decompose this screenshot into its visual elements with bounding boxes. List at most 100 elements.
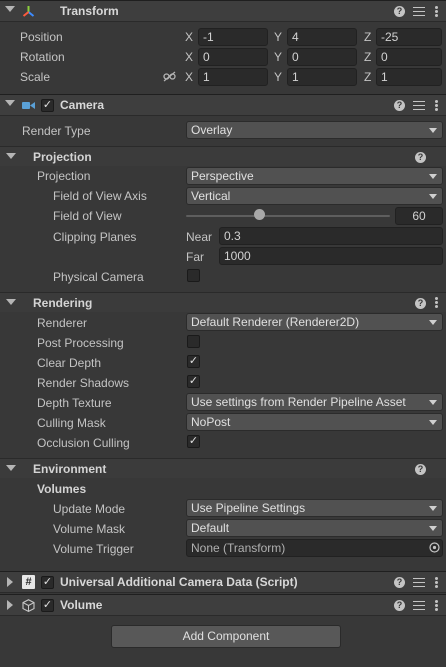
presets-icon[interactable] [413, 577, 425, 588]
render-shadows-checkbox[interactable]: ✓ [187, 375, 200, 388]
rotation-y-field[interactable]: 0 [287, 48, 357, 66]
more-options-icon[interactable] [435, 297, 438, 308]
far-label: Far [186, 250, 204, 264]
clear-depth-checkbox[interactable]: ✓ [187, 355, 200, 368]
rotation-z-field[interactable]: 0 [376, 48, 442, 66]
fold-arrow-icon[interactable] [6, 465, 16, 471]
culling-mask-label: Culling Mask [37, 416, 106, 430]
script-icon: # [22, 575, 35, 589]
scale-x-field[interactable]: 1 [198, 68, 268, 86]
axis-y-label: Y [274, 70, 283, 84]
volume-mask-label: Volume Mask [53, 522, 126, 536]
far-plane-field[interactable]: 1000 [219, 247, 443, 265]
help-icon[interactable]: ? [394, 100, 405, 111]
axis-x-label: X [185, 50, 194, 64]
volume-mask-dropdown[interactable]: Default [186, 519, 443, 537]
presets-icon[interactable] [413, 600, 425, 611]
component-enabled-checkbox[interactable]: ✓ [41, 599, 54, 612]
add-component-button[interactable]: Add Component [111, 625, 341, 648]
position-y-field[interactable]: 4 [287, 28, 357, 46]
component-title: Universal Additional Camera Data (Script… [60, 575, 298, 589]
rendering-section-header[interactable]: Rendering ? [0, 292, 446, 312]
dropdown-value: Default [191, 521, 230, 535]
position-label: Position [20, 30, 63, 44]
presets-icon[interactable] [413, 100, 425, 111]
axis-z-label: Z [364, 50, 372, 64]
environment-section-header[interactable]: Environment ? [0, 458, 446, 478]
component-title: Transform [60, 4, 119, 18]
more-options-icon[interactable] [435, 600, 438, 611]
axis-z-label: Z [364, 30, 372, 44]
render-type-dropdown[interactable]: Overlay [186, 121, 443, 139]
clear-depth-label: Clear Depth [37, 356, 102, 370]
section-title: Environment [33, 462, 107, 476]
help-icon[interactable]: ? [415, 464, 426, 475]
help-icon[interactable]: ? [394, 577, 405, 588]
transform-icon [22, 6, 35, 17]
near-label: Near [186, 230, 213, 244]
axis-x-label: X [185, 30, 194, 44]
fold-arrow-icon[interactable] [6, 153, 16, 159]
depth-texture-label: Depth Texture [37, 396, 112, 410]
position-z-field[interactable]: -25 [376, 28, 442, 46]
help-icon[interactable]: ? [415, 298, 426, 309]
renderer-label: Renderer [37, 316, 88, 330]
scale-z-field[interactable]: 1 [376, 68, 442, 86]
axis-y-label: Y [274, 50, 283, 64]
scale-y-field[interactable]: 1 [287, 68, 357, 86]
near-plane-field[interactable]: 0.3 [219, 227, 443, 245]
chevron-down-icon [429, 320, 437, 325]
physical-camera-label: Physical Camera [53, 270, 144, 284]
axis-x-label: X [185, 70, 194, 84]
more-options-icon[interactable] [435, 6, 438, 17]
fold-arrow-icon[interactable] [5, 6, 15, 12]
additional-camera-data-header[interactable]: # ✓ Universal Additional Camera Data (Sc… [0, 571, 446, 593]
chevron-down-icon [429, 174, 437, 179]
update-mode-dropdown[interactable]: Use Pipeline Settings [186, 499, 443, 517]
volume-trigger-field[interactable]: None (Transform) [186, 539, 443, 557]
depth-texture-dropdown[interactable]: Use settings from Render Pipeline Asset [186, 393, 443, 411]
fov-slider-thumb[interactable] [253, 209, 265, 220]
chevron-down-icon [429, 128, 437, 133]
occlusion-culling-checkbox[interactable]: ✓ [187, 435, 200, 448]
fov-axis-dropdown[interactable]: Vertical [186, 187, 443, 205]
projection-dropdown[interactable]: Perspective [186, 167, 443, 185]
dropdown-value: Use settings from Render Pipeline Asset [191, 395, 406, 409]
position-x-field[interactable]: -1 [198, 28, 268, 46]
volume-icon [22, 599, 35, 612]
fold-arrow-icon[interactable] [7, 600, 13, 610]
camera-enabled-checkbox[interactable]: ✓ [41, 99, 54, 112]
post-processing-checkbox[interactable] [187, 335, 200, 348]
update-mode-label: Update Mode [53, 502, 126, 516]
dropdown-value: Perspective [191, 169, 254, 183]
help-icon[interactable]: ? [415, 152, 426, 163]
more-options-icon[interactable] [435, 577, 438, 588]
fov-slider-track[interactable] [186, 215, 390, 217]
component-title: Camera [60, 98, 105, 112]
renderer-dropdown[interactable]: Default Renderer (Renderer2D) [186, 313, 443, 331]
help-icon[interactable]: ? [394, 6, 405, 17]
help-icon[interactable]: ? [394, 600, 405, 611]
post-processing-label: Post Processing [37, 336, 124, 350]
presets-icon[interactable] [413, 6, 425, 17]
camera-header[interactable]: ✓ Camera ? [0, 94, 446, 116]
chevron-down-icon [429, 506, 437, 511]
projection-section-header[interactable]: Projection ? [0, 146, 446, 166]
fov-value-field[interactable]: 60 [395, 207, 443, 225]
fold-arrow-icon[interactable] [6, 299, 16, 305]
projection-label: Projection [37, 169, 91, 183]
more-options-icon[interactable] [435, 100, 438, 111]
volume-header[interactable]: ✓ Volume ? [0, 594, 446, 616]
fov-axis-label: Field of View Axis [53, 189, 147, 203]
constrain-proportions-icon[interactable] [163, 71, 176, 82]
fold-arrow-icon[interactable] [5, 100, 15, 106]
clipping-planes-label: Clipping Planes [53, 230, 137, 244]
physical-camera-checkbox[interactable] [187, 269, 200, 282]
object-picker-icon[interactable] [429, 542, 440, 553]
transform-header[interactable]: Transform ? [0, 0, 446, 22]
occlusion-culling-label: Occlusion Culling [37, 436, 130, 450]
culling-mask-dropdown[interactable]: NoPost [186, 413, 443, 431]
rotation-x-field[interactable]: 0 [198, 48, 268, 66]
fold-arrow-icon[interactable] [7, 577, 13, 587]
component-enabled-checkbox[interactable]: ✓ [41, 576, 54, 589]
